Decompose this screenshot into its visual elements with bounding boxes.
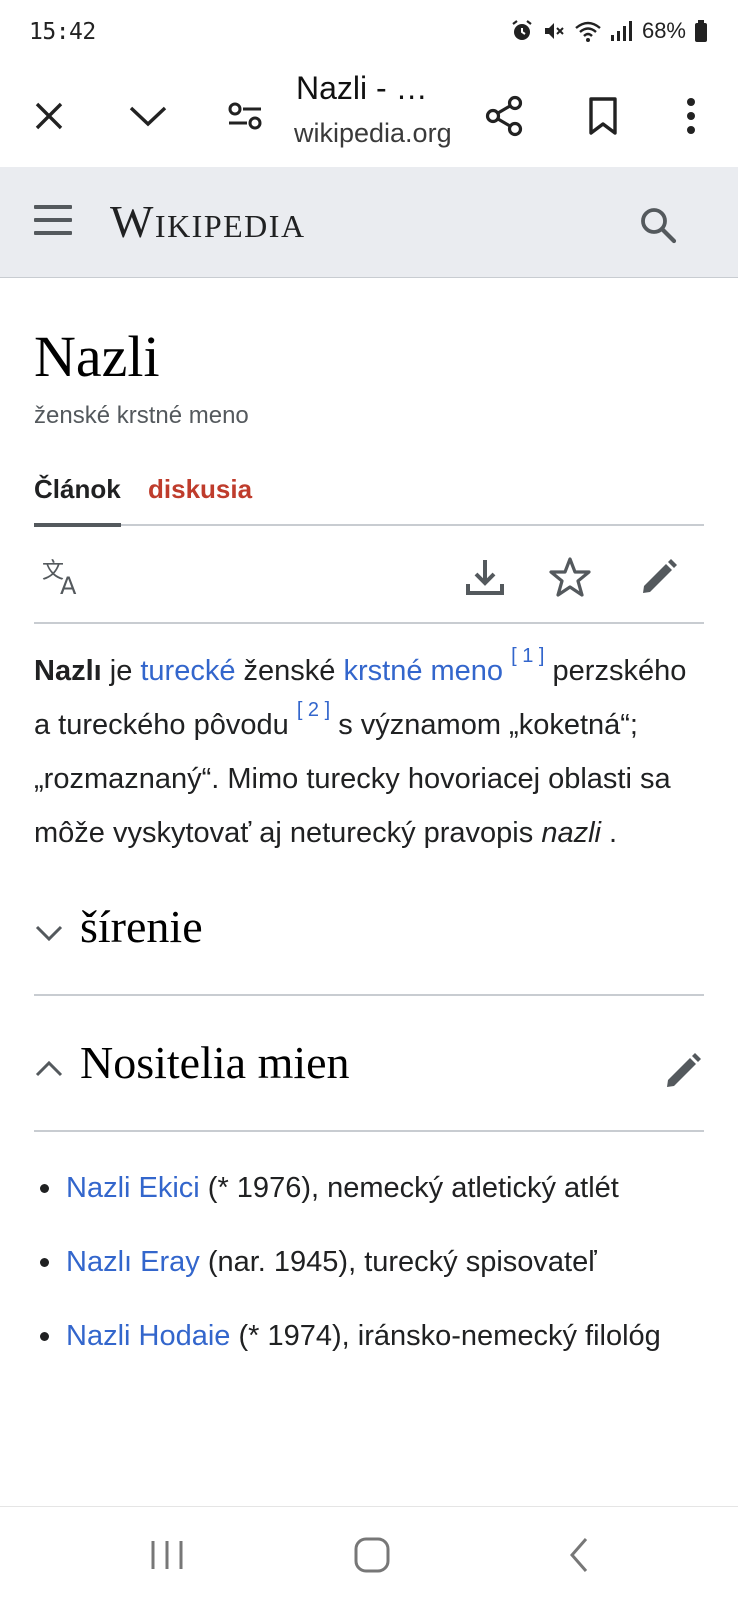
list-item: Nazli Hodaie (* 1974), iránsko-nemecký f…	[34, 1310, 704, 1362]
page-subtitle: ženské krstné meno	[34, 402, 249, 429]
menu-icon-bar	[34, 218, 72, 222]
link-krstne-meno[interactable]: krstné meno	[343, 655, 503, 687]
person-desc: (* 1976), nemecký atletický atlét	[199, 1172, 619, 1204]
section-sirenie[interactable]: šírenie	[34, 860, 704, 996]
person-desc: (nar. 1945), turecký spisovateľ	[199, 1246, 597, 1278]
person-desc: (* 1974), iránsko-nemecký filológ	[230, 1320, 661, 1352]
battery-icon	[695, 20, 707, 42]
home-button[interactable]	[350, 1533, 394, 1577]
pencil-icon	[643, 559, 677, 593]
alarm-icon	[512, 20, 532, 40]
tab-article[interactable]: Článok	[34, 474, 121, 527]
list-item: Nazlı Eray (nar. 1945), turecký spisovat…	[34, 1236, 704, 1288]
intro-text: ženské	[235, 655, 344, 687]
url-bar[interactable]: wikipedia.org	[294, 118, 462, 149]
person-link[interactable]: Nazli Ekici	[66, 1172, 200, 1204]
share-icon	[485, 95, 523, 137]
edit-section-button[interactable]	[662, 1050, 704, 1092]
watch-button[interactable]	[549, 556, 591, 598]
battery-percent: 68%	[641, 18, 686, 43]
star-icon	[549, 557, 591, 597]
tab-talk[interactable]: diskusia	[148, 474, 252, 505]
download-icon	[466, 560, 504, 595]
language-icon: 文A	[42, 559, 77, 600]
recent-apps-button[interactable]	[145, 1533, 189, 1577]
minimize-button[interactable]	[118, 86, 178, 146]
page-tabs: Článok diskusia	[34, 466, 704, 527]
status-bar: 15:42 68%	[0, 0, 738, 66]
link-turecke[interactable]: turecké	[140, 655, 235, 687]
home-icon	[354, 1537, 390, 1573]
people-list: Nazli Ekici (* 1976), nemecký atletický …	[34, 1162, 704, 1362]
term-bold: Nazlı	[34, 655, 102, 687]
bookmark-icon	[589, 97, 617, 135]
page-actions: 文A	[34, 526, 704, 624]
person-link[interactable]: Nazlı Eray	[66, 1246, 200, 1278]
signal-icon	[610, 21, 632, 41]
close-icon	[35, 102, 63, 130]
section-title: šírenie	[80, 901, 203, 952]
menu-icon-bar	[34, 205, 72, 209]
chevron-down-icon	[129, 106, 167, 127]
status-time: 15:42	[29, 19, 96, 45]
download-button[interactable]	[464, 556, 506, 598]
more-options-button[interactable]	[661, 86, 721, 146]
site-settings-button[interactable]	[215, 86, 275, 146]
close-tab-button[interactable]	[19, 86, 79, 146]
back-icon	[570, 1538, 588, 1572]
chevron-up-icon	[35, 1060, 63, 1077]
section-title: Nositelia mien	[80, 1037, 350, 1088]
bookmark-button[interactable]	[573, 86, 633, 146]
reference-2[interactable]: [ 2 ]	[297, 699, 330, 721]
intro-text: .	[600, 817, 618, 849]
intro-paragraph: Nazlı je turecké ženské krstné meno [ 1 …	[34, 644, 704, 860]
reference-1[interactable]: [ 1 ]	[511, 645, 544, 667]
chevron-down-icon	[35, 925, 63, 942]
search-icon	[641, 208, 677, 244]
status-icons: 68%	[510, 18, 708, 44]
list-item: Nazli Ekici (* 1976), nemecký atletický …	[34, 1162, 704, 1214]
language-button[interactable]: 文A	[42, 556, 84, 600]
edit-page-button[interactable]	[638, 556, 680, 598]
browser-toolbar: Nazli - … wikipedia.org	[0, 66, 738, 166]
share-button[interactable]	[474, 86, 534, 146]
section-nositelia-mien[interactable]: Nositelia mien	[34, 996, 704, 1132]
page-title: Nazli	[34, 324, 160, 389]
wifi-icon	[575, 21, 601, 42]
article-content: Nazli ženské krstné meno Článok diskusia…	[34, 278, 704, 1384]
mute-icon	[544, 23, 564, 39]
menu-icon-bar	[34, 231, 72, 235]
wikipedia-logo[interactable]: Wikipedia	[110, 195, 306, 248]
back-button[interactable]	[558, 1533, 602, 1577]
site-settings-icon	[228, 102, 262, 130]
search-button[interactable]	[636, 203, 680, 247]
system-nav-bar	[0, 1506, 738, 1600]
person-link[interactable]: Nazli Hodaie	[66, 1320, 230, 1352]
pencil-icon	[667, 1053, 701, 1087]
wiki-header: Wikipedia	[0, 167, 738, 278]
page-tab-title[interactable]: Nazli - …	[296, 70, 428, 107]
intro-text: je	[101, 655, 141, 687]
more-icon	[687, 98, 695, 134]
term-italic: nazli	[541, 817, 601, 849]
svg-text:A: A	[60, 572, 77, 598]
recent-apps-icon	[151, 1541, 183, 1569]
main-menu-button[interactable]	[34, 205, 72, 241]
